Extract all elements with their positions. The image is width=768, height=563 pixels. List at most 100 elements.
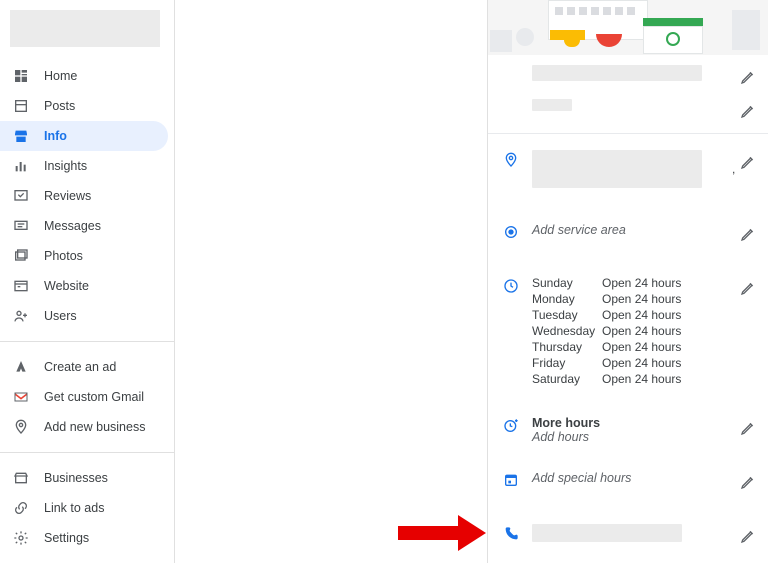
- sidebar-item-label: Website: [44, 279, 89, 293]
- service-area-label: Add service area: [532, 223, 626, 237]
- sidebar-item-website[interactable]: Website: [0, 271, 168, 301]
- map-pin-icon: [502, 152, 520, 168]
- row-address: ,: [488, 134, 768, 198]
- sidebar-item-add-business[interactable]: Add new business: [0, 412, 168, 442]
- hours-day: Sunday: [532, 276, 602, 290]
- posts-icon: [12, 98, 30, 114]
- edit-address-button[interactable]: [736, 150, 760, 174]
- phone-icon: [502, 526, 520, 542]
- sidebar-item-businesses[interactable]: Businesses: [0, 463, 168, 493]
- more-hours-heading: More hours: [532, 416, 724, 430]
- edit-hours-button[interactable]: [736, 276, 760, 300]
- settings-icon: [12, 530, 30, 546]
- sidebar-item-photos[interactable]: Photos: [0, 241, 168, 271]
- sidebar-item-label: Create an ad: [44, 360, 116, 374]
- annotation-arrow: [398, 515, 486, 551]
- hours-value: Open 24 hours: [602, 276, 724, 290]
- edit-name-button[interactable]: [736, 65, 760, 89]
- sidebar-item-link-ads[interactable]: Link to ads: [0, 493, 168, 523]
- hours-value: Open 24 hours: [602, 372, 724, 386]
- insights-icon: [12, 158, 30, 174]
- info-panel: , Add service area Su: [488, 0, 768, 563]
- hours-day: Saturday: [532, 372, 602, 386]
- storefront-icon: [12, 128, 30, 144]
- sidebar-item-insights[interactable]: Insights: [0, 151, 168, 181]
- row-business-name: [488, 55, 768, 99]
- clock-plus-icon: [502, 418, 520, 434]
- clock-icon: [502, 278, 520, 294]
- edit-category-button[interactable]: [736, 99, 760, 123]
- hours-table: SundayOpen 24 hours MondayOpen 24 hours …: [532, 276, 724, 386]
- business-name-placeholder: [532, 65, 702, 81]
- hours-value: Open 24 hours: [602, 340, 724, 354]
- row-category: [488, 99, 768, 134]
- sidebar-item-info[interactable]: Info: [0, 121, 168, 151]
- nav-group-tertiary: Businesses Link to ads Settings: [0, 452, 174, 563]
- category-placeholder: [532, 99, 572, 111]
- nav-group-secondary: Create an ad Get custom Gmail Add new bu…: [0, 341, 174, 452]
- sidebar-item-label: Get custom Gmail: [44, 390, 144, 404]
- hours-day: Wednesday: [532, 324, 602, 338]
- hours-day: Thursday: [532, 340, 602, 354]
- phone-placeholder: [532, 524, 682, 542]
- users-icon: [12, 308, 30, 324]
- sidebar-item-label: Settings: [44, 531, 89, 545]
- sidebar-item-users[interactable]: Users: [0, 301, 168, 331]
- sidebar-item-label: Businesses: [44, 471, 108, 485]
- hours-value: Open 24 hours: [602, 324, 724, 338]
- sidebar-item-label: Link to ads: [44, 501, 104, 515]
- hours-value: Open 24 hours: [602, 356, 724, 370]
- edit-phone-button[interactable]: [736, 524, 760, 548]
- row-service-area: Add service area: [488, 198, 768, 256]
- sidebar-item-label: Posts: [44, 99, 75, 113]
- sidebar-item-label: Messages: [44, 219, 101, 233]
- sidebar-item-label: Home: [44, 69, 77, 83]
- hours-day: Friday: [532, 356, 602, 370]
- nav-group-primary: Home Posts Info Insights: [0, 61, 174, 341]
- content-middle-column: [175, 0, 488, 563]
- businesses-icon: [12, 470, 30, 486]
- sidebar-item-label: Users: [44, 309, 77, 323]
- messages-icon: [12, 218, 30, 234]
- add-location-icon: [12, 419, 30, 435]
- app-root: Home Posts Info Insights: [0, 0, 768, 563]
- panel-header-illustration: [488, 0, 768, 55]
- business-logo-placeholder: [10, 10, 160, 47]
- row-hours: SundayOpen 24 hours MondayOpen 24 hours …: [488, 256, 768, 396]
- edit-service-area-button[interactable]: [736, 222, 760, 246]
- sidebar-item-label: Photos: [44, 249, 83, 263]
- address-trailing-text: ,: [732, 162, 735, 176]
- sidebar-item-label: Reviews: [44, 189, 91, 203]
- sidebar-item-reviews[interactable]: Reviews: [0, 181, 168, 211]
- hours-value: Open 24 hours: [602, 308, 724, 322]
- edit-more-hours-button[interactable]: [736, 416, 760, 440]
- sidebar-item-create-ad[interactable]: Create an ad: [0, 352, 168, 382]
- sidebar-item-gmail[interactable]: Get custom Gmail: [0, 382, 168, 412]
- hours-value: Open 24 hours: [602, 292, 724, 306]
- hours-day: Tuesday: [532, 308, 602, 322]
- row-phone: [488, 504, 768, 558]
- photos-icon: [12, 248, 30, 264]
- gmail-icon: [12, 389, 30, 405]
- dashboard-icon: [12, 68, 30, 84]
- calendar-icon: [502, 472, 520, 488]
- reviews-icon: [12, 188, 30, 204]
- address-placeholder: [532, 150, 702, 188]
- sidebar-item-home[interactable]: Home: [0, 61, 168, 91]
- sidebar-item-posts[interactable]: Posts: [0, 91, 168, 121]
- row-more-hours: More hours Add hours: [488, 396, 768, 454]
- special-hours-label: Add special hours: [532, 471, 631, 485]
- website-icon: [12, 278, 30, 294]
- link-icon: [12, 500, 30, 516]
- sidebar: Home Posts Info Insights: [0, 0, 175, 563]
- service-area-icon: [502, 224, 520, 240]
- ads-icon: [12, 359, 30, 375]
- sidebar-item-messages[interactable]: Messages: [0, 211, 168, 241]
- sidebar-item-settings[interactable]: Settings: [0, 523, 168, 553]
- sidebar-item-label: Info: [44, 129, 67, 143]
- edit-special-hours-button[interactable]: [736, 470, 760, 494]
- row-special-hours: Add special hours: [488, 454, 768, 504]
- hours-day: Monday: [532, 292, 602, 306]
- sidebar-item-label: Insights: [44, 159, 87, 173]
- sidebar-item-label: Add new business: [44, 420, 145, 434]
